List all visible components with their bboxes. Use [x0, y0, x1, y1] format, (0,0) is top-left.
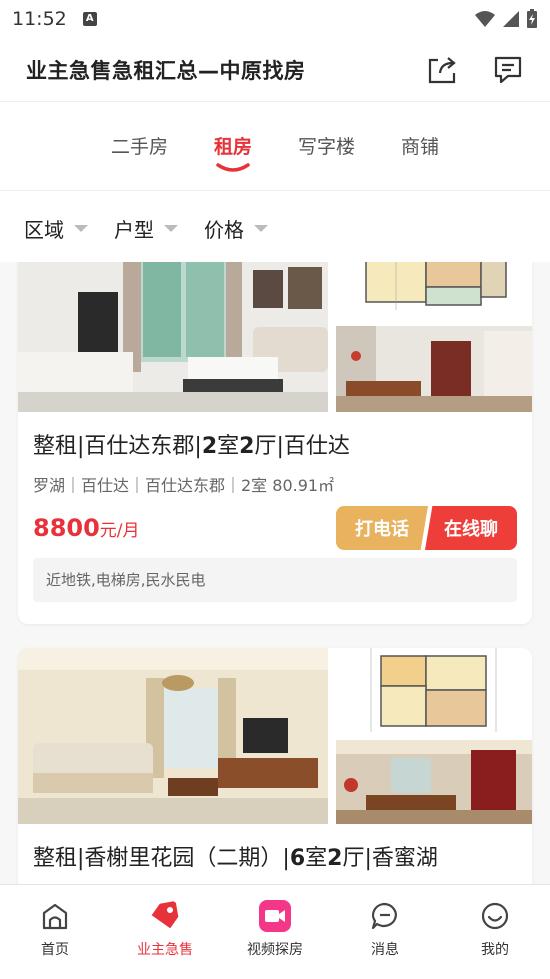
listing-list[interactable]: 整租|百仕达东郡|2室2厅|百仕达 罗湖｜百仕达｜百仕达东郡｜2室 80.91㎡…: [0, 262, 550, 884]
listing-card[interactable]: 整租|百仕达东郡|2室2厅|百仕达 罗湖｜百仕达｜百仕达东郡｜2室 80.91㎡…: [18, 262, 532, 624]
caret-down-icon: [164, 224, 178, 232]
tab-second-hand[interactable]: 二手房: [107, 127, 172, 167]
signal-icon: [503, 11, 519, 27]
dining-room-photo: [336, 740, 532, 824]
caret-down-icon: [254, 224, 268, 232]
share-icon: [428, 56, 456, 83]
active-tab-indicator: [216, 162, 250, 172]
notification-icon: A: [82, 12, 97, 26]
message-icon: [368, 899, 402, 933]
status-bar: 11:52 A: [0, 0, 550, 38]
nav-profile[interactable]: 我的: [440, 885, 550, 979]
listing-tags: 近地铁,电梯房,民水民电: [33, 558, 517, 602]
listing-card[interactable]: 整租|香榭里花园（二期）|6室2厅|香蜜湖: [18, 648, 532, 884]
tab-shop[interactable]: 商铺: [397, 127, 443, 167]
listing-title[interactable]: 整租|百仕达东郡|2室2厅|百仕达: [33, 428, 350, 460]
floor-plan-photo: [336, 648, 532, 732]
feedback-button[interactable]: [492, 54, 524, 86]
page-title: 业主急售急租汇总—中原找房: [26, 58, 306, 83]
listing-photos[interactable]: [18, 262, 532, 412]
nav-messages[interactable]: 消息: [330, 885, 440, 979]
battery-icon: [527, 9, 537, 28]
dining-room-photo: [336, 326, 532, 412]
caret-down-icon: [74, 224, 88, 232]
price-tag-icon: [148, 899, 182, 933]
listing-meta: 罗湖｜百仕达｜百仕达东郡｜2室 80.91㎡: [33, 476, 335, 495]
filter-area[interactable]: 区域: [24, 214, 88, 243]
tab-rental[interactable]: 租房: [210, 127, 256, 172]
tab-office[interactable]: 写字楼: [294, 127, 359, 167]
filter-layout[interactable]: 户型: [114, 214, 178, 243]
call-button[interactable]: 打电话: [336, 506, 428, 550]
status-time: 11:52: [12, 8, 67, 30]
living-room-photo: [18, 262, 328, 412]
filter-bar: 区域 户型 价格: [0, 192, 550, 264]
nav-video-tour[interactable]: 视频探房: [220, 885, 330, 979]
home-icon: [38, 899, 72, 933]
listing-title[interactable]: 整租|香榭里花园（二期）|6室2厅|香蜜湖: [33, 840, 438, 872]
listing-price: 8800元/月: [33, 514, 140, 542]
category-tabs: 二手房 租房 写字楼 商铺: [0, 103, 550, 191]
nav-home[interactable]: 首页: [0, 885, 110, 979]
wifi-icon: [475, 11, 495, 27]
share-button[interactable]: [426, 54, 458, 86]
chat-bubble-icon: [494, 56, 522, 83]
status-indicators: [474, 9, 538, 29]
floor-plan-photo: [336, 262, 532, 310]
video-icon: [258, 899, 292, 933]
filter-price[interactable]: 价格: [204, 214, 268, 243]
bottom-nav: 首页 业主急售 视频探房 消息 我的: [0, 884, 550, 979]
profile-icon: [478, 899, 512, 933]
nav-owner-urgent[interactable]: 业主急售: [110, 885, 220, 979]
app-header: 业主急售急租汇总—中原找房: [0, 38, 550, 102]
chat-button[interactable]: 在线聊: [425, 506, 517, 550]
living-room-photo: [18, 648, 328, 824]
listing-photos[interactable]: [18, 648, 532, 824]
